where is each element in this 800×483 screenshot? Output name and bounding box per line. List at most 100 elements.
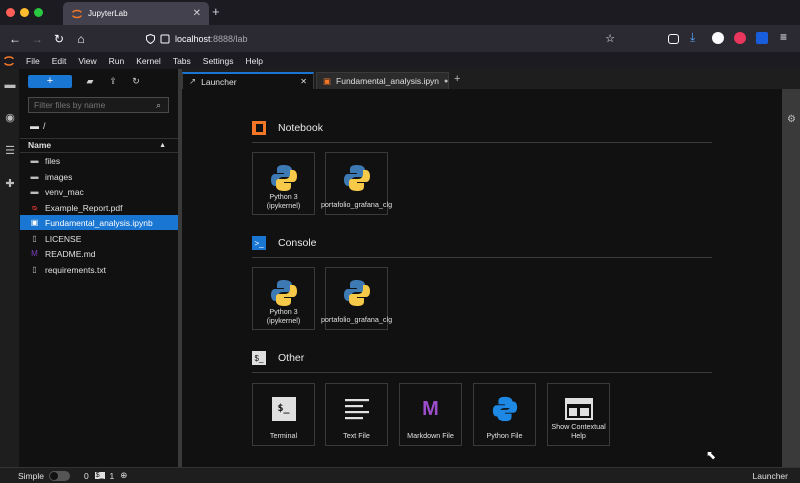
browser-tab-strip: JupyterLab ✕ + [0, 0, 800, 25]
card-label: Python File [486, 430, 523, 440]
tab-label: Fundamental_analysis.ipyn [336, 76, 440, 86]
zoom-window-button[interactable] [34, 8, 43, 17]
text-file-icon [342, 394, 372, 424]
list-item[interactable]: ᴓ Example_Report.pdf [20, 200, 178, 215]
section-divider [252, 142, 712, 143]
list-item[interactable]: ▣ Fundamental_analysis.ipynb [20, 215, 178, 230]
upload-icon[interactable]: ⇪ [108, 76, 118, 87]
help-panel-icon [564, 394, 594, 423]
markdown-file-card[interactable]: M Markdown File [399, 383, 462, 446]
launcher-panel: Notebook Python 3 (ipykernel) portafolio… [182, 89, 782, 467]
menu-view[interactable]: View [72, 56, 102, 66]
shield-icon [146, 33, 155, 44]
file-icon: ▯ [32, 234, 37, 243]
extension-p-icon[interactable] [712, 32, 724, 44]
downloads-icon[interactable]: ⤓ [690, 30, 695, 45]
browser-tab[interactable]: JupyterLab ✕ [63, 2, 209, 25]
folder-icon[interactable]: ▬ [30, 121, 39, 131]
file-name: files [45, 155, 61, 166]
extension-manager-icon[interactable]: ✚ [4, 178, 16, 190]
kernel-status-icon[interactable]: ⊕ [120, 470, 127, 481]
menu-run[interactable]: Run [103, 56, 131, 66]
console-python3-card[interactable]: Python 3 (ipykernel) [252, 267, 315, 330]
filter-files-input[interactable] [28, 97, 169, 113]
column-header-name[interactable]: Name ▲ [20, 138, 178, 153]
tab-close-icon[interactable]: ✕ [193, 8, 201, 19]
terminal-icon: $_ [269, 394, 299, 424]
forward-arrow-icon[interactable]: → [26, 32, 48, 46]
menu-help[interactable]: Help [240, 56, 269, 66]
terminal-count: 1 [109, 470, 115, 481]
app-menu-icon[interactable]: ≡ [780, 30, 787, 44]
menu-file[interactable]: File [20, 56, 46, 66]
terminal-icon: $_ [94, 472, 105, 479]
file-name: README.md [45, 248, 96, 259]
terminal-card[interactable]: $_ Terminal [252, 383, 315, 446]
notebook-section-header: Notebook [252, 121, 323, 135]
minimize-window-button[interactable] [20, 8, 29, 17]
kernel-count: 0 [83, 470, 89, 481]
table-of-contents-icon[interactable]: ☰ [4, 145, 16, 157]
new-launcher-button[interactable]: + [28, 75, 72, 88]
folder-icon[interactable]: ▬ [4, 79, 16, 91]
back-arrow-icon[interactable]: ← [4, 32, 26, 46]
menubar: File Edit View Run Kernel Tabs Settings … [0, 52, 800, 69]
card-label: portafolio_grafana_clg [320, 314, 393, 324]
simple-mode-toggle[interactable] [48, 470, 70, 481]
search-icon: ⌕ [156, 100, 162, 110]
contextual-help-card[interactable]: Show Contextual Help [547, 383, 610, 446]
address-bar[interactable]: localhost:8888/lab ☆ [146, 29, 615, 48]
page-info-icon[interactable] [160, 34, 170, 44]
list-item[interactable]: ▬ venv_mac [20, 184, 178, 199]
python-logo-icon [342, 163, 372, 193]
extension-red-icon[interactable] [734, 32, 746, 44]
simple-mode-label: Simple [18, 470, 44, 481]
menu-kernel[interactable]: Kernel [130, 56, 167, 66]
file-name: requirements.txt [45, 264, 106, 275]
python-file-card[interactable]: Python File [473, 383, 536, 446]
bookmark-star-icon[interactable]: ☆ [605, 32, 615, 45]
menu-tabs[interactable]: Tabs [167, 56, 197, 66]
notebook-portafolio-card[interactable]: portafolio_grafana_clg [321, 152, 392, 215]
url-host: localhost [175, 33, 211, 44]
pocket-icon[interactable] [668, 34, 679, 44]
list-item[interactable]: M README.md [20, 246, 178, 261]
section-divider [252, 372, 712, 373]
close-icon[interactable]: ✕ [300, 77, 307, 86]
menu-settings[interactable]: Settings [197, 56, 240, 66]
menu-edit[interactable]: Edit [46, 56, 73, 66]
new-tab-button[interactable]: + [212, 4, 220, 19]
tab-launcher[interactable]: ↗ Launcher ✕ [182, 72, 314, 89]
bitwarden-icon[interactable] [756, 32, 768, 44]
file-name: Fundamental_analysis.ipynb [45, 217, 153, 228]
console-portafolio-card[interactable]: portafolio_grafana_clg [321, 267, 392, 330]
list-item[interactable]: ▯ LICENSE [20, 231, 178, 246]
notebook-icon [252, 121, 266, 135]
card-label: Show Contextual Help [551, 422, 606, 440]
list-item[interactable]: ▬ files [20, 153, 178, 168]
home-icon[interactable]: ⌂ [70, 32, 92, 46]
close-window-button[interactable] [6, 8, 15, 17]
text-file-card[interactable]: Text File [325, 383, 388, 446]
settings-gear-icon[interactable]: ⚙ [787, 114, 796, 125]
file-icon: ▯ [32, 265, 37, 274]
folder-icon: ▬ [30, 156, 39, 165]
launcher-icon: ↗ [189, 76, 197, 86]
breadcrumb-root[interactable]: / [43, 121, 46, 131]
add-tab-button[interactable]: + [454, 73, 460, 85]
refresh-icon[interactable]: ↻ [131, 76, 141, 87]
notebook-python3-card[interactable]: Python 3 (ipykernel) [252, 152, 315, 215]
tab-notebook[interactable]: ▣ Fundamental_analysis.ipyn ● [316, 72, 449, 89]
running-sessions-icon[interactable]: ◉ [4, 112, 16, 124]
folder-icon: ▬ [30, 172, 39, 181]
card-label: Python 3 (ipykernel) [266, 192, 301, 210]
unsaved-dot-icon[interactable]: ● [444, 78, 448, 85]
list-item[interactable]: ▯ requirements.txt [20, 262, 178, 277]
file-name: venv_mac [45, 186, 84, 197]
list-item[interactable]: ▬ images [20, 169, 178, 184]
python-logo-icon [269, 163, 299, 193]
sort-caret-icon: ▲ [159, 142, 166, 149]
new-folder-icon[interactable]: ▰ [85, 76, 95, 87]
markdown-icon: M [416, 394, 446, 424]
reload-icon[interactable]: ↻ [48, 32, 70, 46]
